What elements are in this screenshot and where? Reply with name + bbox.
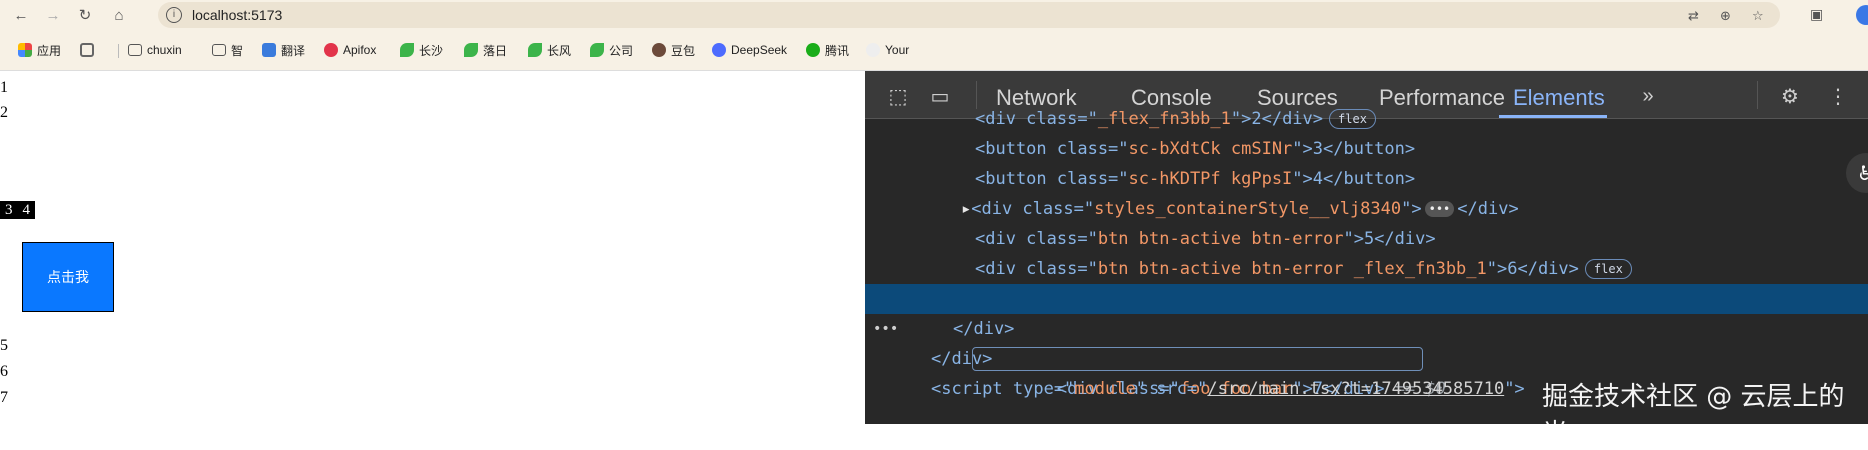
- dom-node-row[interactable]: <div class="btn btn-active btn-error">5<…: [865, 224, 1868, 254]
- leaf-icon: [528, 43, 542, 57]
- flex-badge[interactable]: flex: [1584, 259, 1632, 279]
- bookmark-changfeng[interactable]: 长风: [528, 42, 571, 58]
- back-icon[interactable]: ←: [10, 4, 32, 26]
- bookmark-your[interactable]: Your: [866, 42, 909, 58]
- reload-icon[interactable]: ↻: [74, 4, 96, 26]
- dom-node-row[interactable]: </div>: [865, 344, 1868, 374]
- bookmark-changsha[interactable]: 长沙: [400, 42, 443, 58]
- click-me-button[interactable]: 点击我: [22, 242, 114, 312]
- line-2: 2: [0, 104, 8, 121]
- bookmark-chuxin[interactable]: chuxin: [128, 42, 182, 58]
- grid-icon[interactable]: [80, 42, 99, 58]
- flex-item-4[interactable]: 4: [18, 201, 36, 219]
- leaf-icon: [464, 43, 478, 57]
- collapsed-children-button[interactable]: •••: [1424, 201, 1455, 217]
- bookmark-zhi[interactable]: 智: [212, 42, 243, 58]
- profile-avatar[interactable]: [1856, 5, 1868, 25]
- line-6: 6: [0, 363, 8, 380]
- flex-row: 3 4: [0, 201, 35, 219]
- url-text[interactable]: localhost:5173: [192, 7, 282, 23]
- leaf-icon: [590, 43, 604, 57]
- home-icon[interactable]: ⌂: [108, 4, 130, 26]
- bookmark-doubao[interactable]: 豆包: [652, 42, 695, 58]
- extensions-icon[interactable]: ▣: [1810, 6, 1823, 23]
- expand-triangle-icon[interactable]: ▸: [961, 199, 971, 219]
- zoom-icon[interactable]: ⊕: [1720, 8, 1731, 24]
- apps-icon: [18, 43, 32, 57]
- address-bar[interactable]: i localhost:5173 ⇄ ⊕ ☆: [158, 2, 1780, 28]
- bookmark-apps[interactable]: 应用: [18, 42, 61, 58]
- site-info-icon[interactable]: i: [166, 7, 182, 23]
- dom-node-row[interactable]: <button class="sc-bXdtCk cmSINr">3</butt…: [865, 134, 1868, 164]
- dom-node-row[interactable]: <div class="_flex_fn3bb_1">2</div> flex: [865, 104, 1868, 134]
- bookmark-apifox[interactable]: Apifox: [324, 42, 376, 58]
- bookmark-tencent[interactable]: 腾讯: [806, 42, 849, 58]
- dom-node-row[interactable]: <button class="sc-hKDTPf kgPpsI">4</butt…: [865, 164, 1868, 194]
- generic-site-icon: [866, 43, 880, 57]
- folder-icon: [128, 44, 142, 56]
- devtools-panel: ⬚ ▭ Network Console Sources Performance …: [865, 71, 1868, 424]
- bookmark-company[interactable]: 公司: [590, 42, 633, 58]
- bookmark-star-icon[interactable]: ☆: [1752, 8, 1764, 24]
- doubao-icon: [652, 43, 666, 57]
- bookmarks-separator: [118, 44, 119, 58]
- bookmarks-bar: 应用 chuxin 智 翻译 Apifox 长沙 落日 长风 公司 豆包 Dee…: [0, 30, 1868, 71]
- bookmark-translate[interactable]: 翻译: [262, 42, 305, 58]
- line-1: 1: [0, 79, 8, 96]
- flex-badge[interactable]: flex: [1329, 109, 1376, 129]
- line-7: 7: [0, 389, 8, 406]
- browser-toolbar: ← → ↻ ⌂ i localhost:5173 ⇄ ⊕ ☆ ▣: [0, 0, 1868, 30]
- watermark: 掘金技术社区 @ 云层上的光: [1542, 382, 1845, 449]
- tencent-icon: [806, 43, 820, 57]
- line-5: 5: [0, 337, 8, 354]
- dom-node-row[interactable]: ▸<div class="styles_containerStyle__vlj8…: [865, 194, 1868, 224]
- translate-icon[interactable]: ⇄: [1688, 8, 1699, 24]
- page-viewport: 1 2 3 4 点击我 5 6 7: [0, 71, 865, 424]
- translate-site-icon: [262, 43, 276, 57]
- dom-node-row[interactable]: <div class="btn btn-active btn-error _fl…: [865, 254, 1868, 284]
- folder-icon: [212, 44, 226, 56]
- forward-icon[interactable]: →: [42, 4, 64, 26]
- selected-dom-node-row[interactable]: ••• <div class="foo foo bar">7</div> == …: [865, 284, 1868, 399]
- dom-node-row[interactable]: </div>: [865, 314, 1868, 344]
- script-src-link[interactable]: /src/main.tsx?t=1749534585710: [1207, 379, 1504, 399]
- bookmark-luori[interactable]: 落日: [464, 42, 507, 58]
- apifox-icon: [324, 43, 338, 57]
- leaf-icon: [400, 43, 414, 57]
- bookmark-deepseek[interactable]: DeepSeek: [712, 42, 787, 58]
- deepseek-icon: [712, 43, 726, 57]
- flex-item-3[interactable]: 3: [0, 201, 18, 219]
